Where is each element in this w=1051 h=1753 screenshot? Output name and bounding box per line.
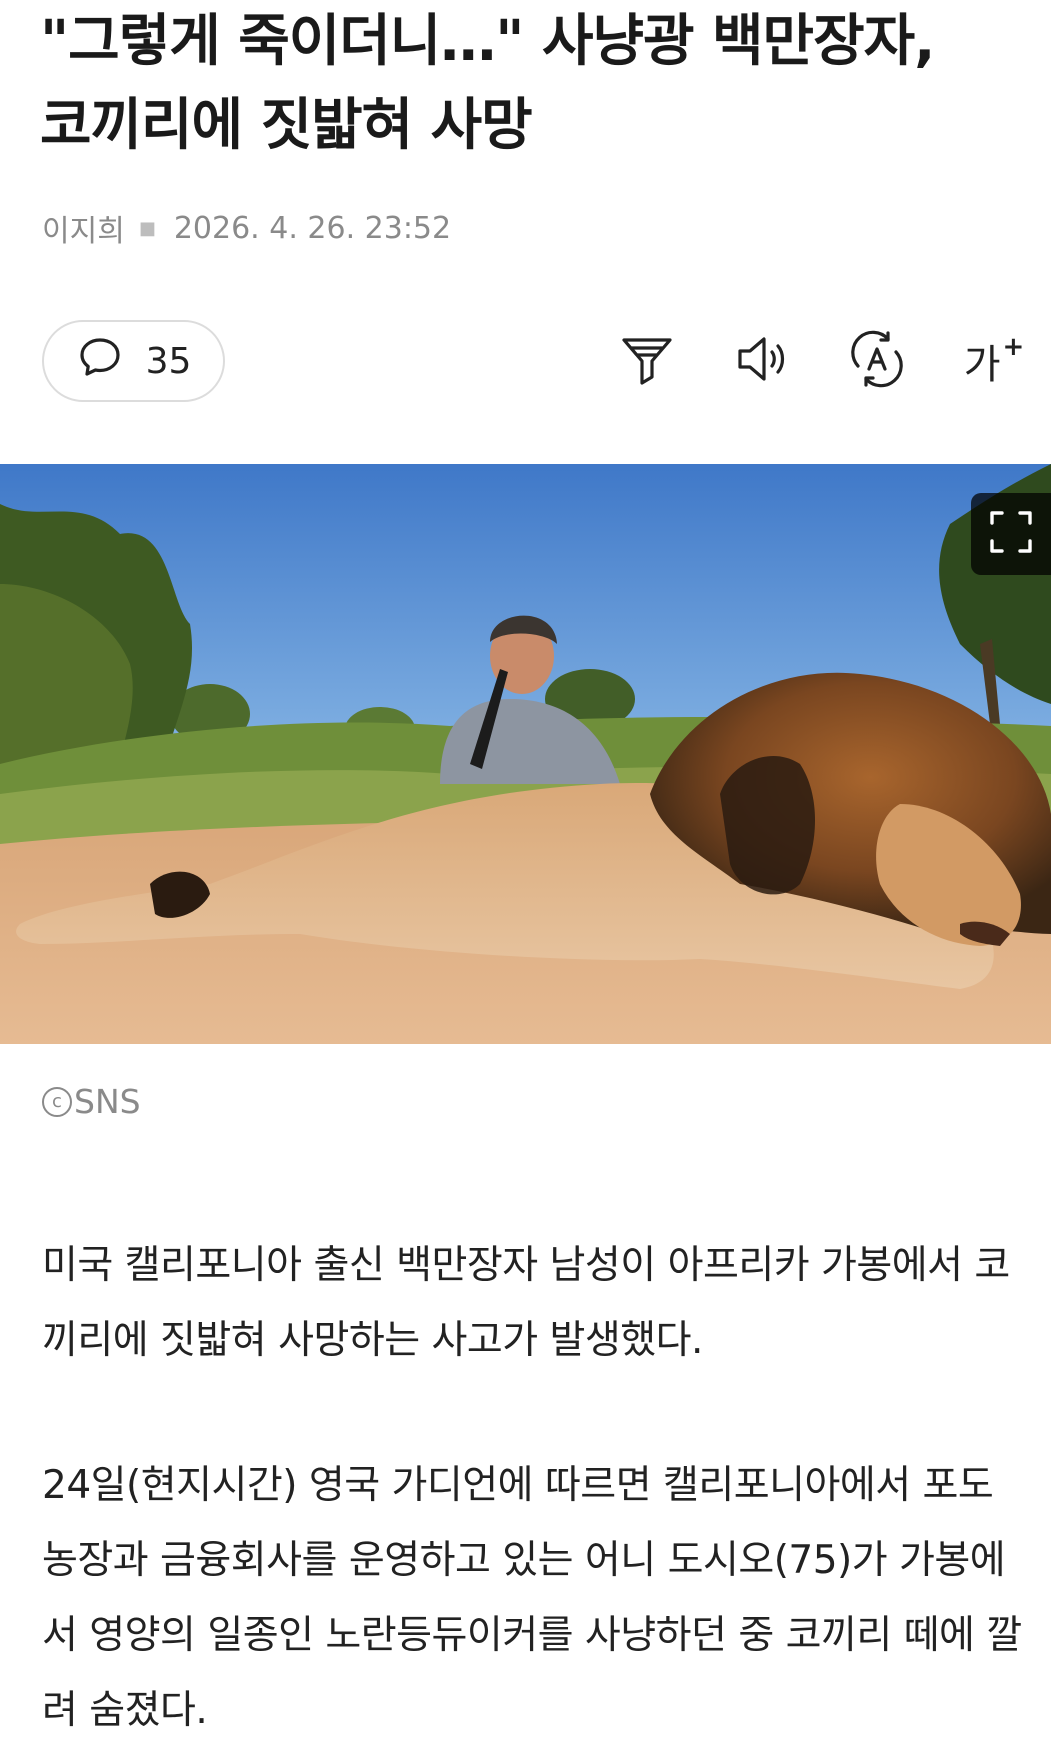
article-photo[interactable] [0, 464, 1051, 1044]
listen-button[interactable] [728, 326, 798, 396]
article-title: "그렇게 죽이더니…" 사냥광 백만장자, 코끼리에 짓밟혀 사망 [40, 9, 935, 158]
photo-credit-text: SNS [74, 1082, 141, 1121]
photo-credit: c SNS [42, 1082, 141, 1121]
article-meta: 이지희 ■ 2026. 4. 26. 23:52 [42, 206, 451, 250]
author-name[interactable]: 이지희 [42, 206, 125, 250]
article-paragraph: 미국 캘리포니아 출신 백만장자 남성이 아프리카 가봉에서 코끼리에 짓밟혀 … [42, 1243, 1010, 1363]
speaker-icon [732, 328, 794, 394]
copyright-icon: c [42, 1086, 72, 1117]
font-size-plus: + [1002, 332, 1025, 362]
filter-button[interactable] [612, 326, 682, 396]
expand-icon [988, 509, 1034, 559]
expand-button[interactable] [971, 493, 1051, 575]
translate-button[interactable] [842, 326, 912, 396]
publish-date: 2026. 4. 26. 23:52 [173, 210, 452, 246]
filter-icon [616, 328, 678, 394]
speech-bubble-icon [76, 333, 124, 390]
font-size-button[interactable]: 가 + [958, 326, 1028, 396]
translate-icon [846, 328, 908, 394]
font-size-label: 가 [963, 342, 1001, 388]
article-paragraph: 24일(현지시간) 영국 가디언에 따르면 캘리포니아에서 포도 농장과 금융회… [42, 1463, 1022, 1733]
comment-button[interactable]: 35 [42, 320, 225, 402]
meta-separator: ■ [138, 217, 156, 239]
comment-count: 35 [145, 340, 192, 382]
